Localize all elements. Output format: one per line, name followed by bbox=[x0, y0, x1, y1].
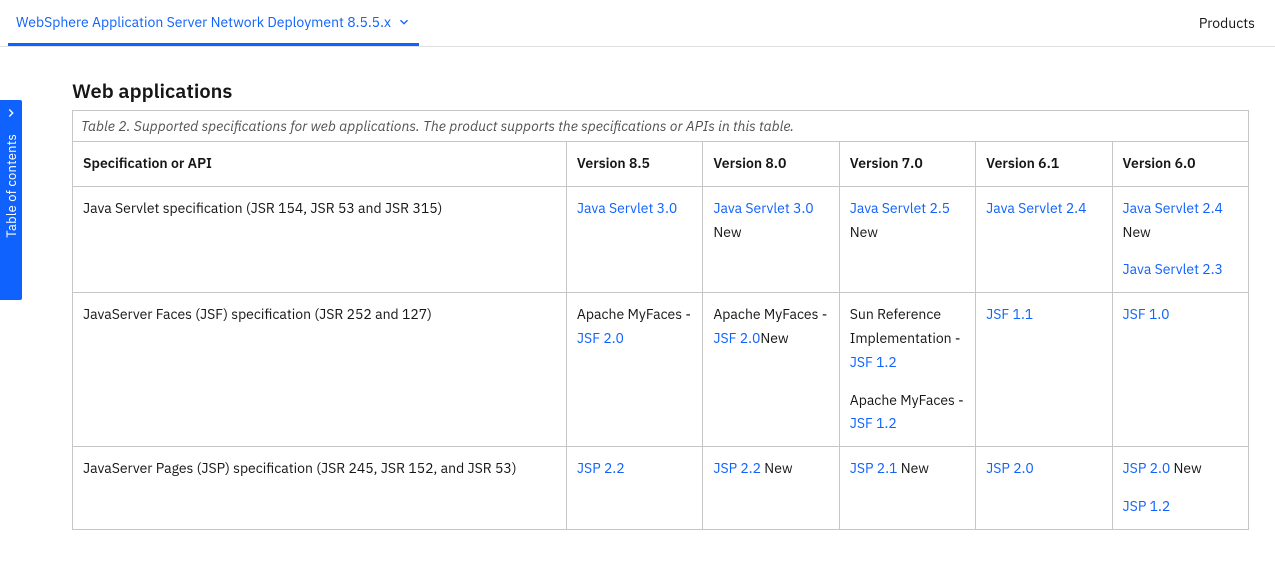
cell-block: JSP 2.1 New bbox=[850, 459, 929, 477]
spec-link[interactable]: Java Servlet 2.4 bbox=[1123, 199, 1223, 217]
cell-text: New bbox=[850, 223, 878, 241]
table-header-row: Specification or API Version 8.5 Version… bbox=[73, 142, 1249, 187]
table-row: Java Servlet specification (JSR 154, JSR… bbox=[73, 186, 1249, 292]
page-content: Web applications Table 2. Supported spec… bbox=[0, 47, 1275, 570]
cell-block: JSP 1.2 bbox=[1123, 495, 1238, 519]
cell-block: JSF 1.0 bbox=[1123, 305, 1170, 323]
chevron-right-icon bbox=[4, 106, 18, 124]
cell-block: JSP 2.0 bbox=[986, 459, 1034, 477]
toc-tab[interactable]: Table of contents bbox=[0, 100, 22, 300]
toc-label: Table of contents bbox=[3, 134, 20, 238]
cell-block: Java Servlet 3.0 New bbox=[713, 199, 813, 241]
products-link[interactable]: Products bbox=[1199, 14, 1255, 32]
col-header: Version 7.0 bbox=[839, 142, 975, 187]
spec-link[interactable]: JSP 2.0 bbox=[986, 459, 1034, 477]
table-cell: Java Servlet 2.5 New bbox=[839, 186, 975, 292]
section-title: Web applications bbox=[72, 77, 1249, 104]
cell-block: JSF 1.1 bbox=[986, 305, 1033, 323]
table-cell: JSF 1.0 bbox=[1112, 293, 1248, 447]
topbar: WebSphere Application Server Network Dep… bbox=[0, 0, 1275, 47]
cell-text: Apache MyFaces - bbox=[850, 391, 964, 409]
cell-text: New bbox=[1170, 459, 1202, 477]
cell-block: Apache MyFaces - JSF 2.0New bbox=[713, 305, 827, 347]
table-row: JavaServer Faces (JSF) specification (JS… bbox=[73, 293, 1249, 447]
cell-text: New bbox=[761, 459, 793, 477]
cell-text: Apache MyFaces - bbox=[713, 305, 827, 323]
cell-block: Apache MyFaces - JSF 1.2 bbox=[850, 389, 965, 437]
col-header: Version 6.1 bbox=[976, 142, 1112, 187]
table-cell: Apache MyFaces - JSF 2.0 bbox=[566, 293, 702, 447]
table-cell: Java Servlet 3.0 New bbox=[703, 186, 839, 292]
spec-link[interactable]: Java Servlet 2.5 bbox=[850, 199, 950, 217]
table-cell: Java Servlet 2.4 New Java Servlet 2.3 bbox=[1112, 186, 1248, 292]
spec-name-cell: JavaServer Pages (JSP) specification (JS… bbox=[73, 447, 567, 530]
cell-block: Java Servlet 2.5 New bbox=[850, 199, 950, 241]
version-selector[interactable]: WebSphere Application Server Network Dep… bbox=[8, 0, 419, 46]
table-cell: Java Servlet 2.4 bbox=[976, 186, 1112, 292]
spec-name-cell: JavaServer Faces (JSF) specification (JS… bbox=[73, 293, 567, 447]
table-caption: Table 2. Supported specifications for we… bbox=[72, 110, 1249, 141]
table-cell: JSP 2.2 bbox=[566, 447, 702, 530]
spec-link[interactable]: JSP 2.2 bbox=[713, 459, 761, 477]
cell-block: JSP 2.2 bbox=[577, 459, 625, 477]
cell-text: New bbox=[760, 329, 788, 347]
spec-link[interactable]: JSF 1.2 bbox=[850, 353, 897, 371]
spec-link[interactable]: JSP 2.0 bbox=[1123, 459, 1171, 477]
col-header: Version 8.0 bbox=[703, 142, 839, 187]
cell-block: Sun Reference Implementation - JSF 1.2 bbox=[850, 303, 965, 374]
cell-text: New bbox=[713, 223, 741, 241]
table-cell: JSP 2.0 New JSP 1.2 bbox=[1112, 447, 1248, 530]
cell-text: New bbox=[897, 459, 929, 477]
col-header: Version 6.0 bbox=[1112, 142, 1248, 187]
table-cell: JSP 2.1 New bbox=[839, 447, 975, 530]
spec-name-cell: Java Servlet specification (JSR 154, JSR… bbox=[73, 186, 567, 292]
cell-block: Java Servlet 2.4 New bbox=[1123, 197, 1238, 245]
spec-link[interactable]: JSF 2.0 bbox=[713, 329, 760, 347]
spec-link[interactable]: JSF 1.1 bbox=[986, 305, 1033, 323]
spec-link[interactable]: Java Servlet 2.4 bbox=[986, 199, 1086, 217]
spec-link[interactable]: JSF 1.0 bbox=[1123, 305, 1170, 323]
spec-link[interactable]: JSP 2.2 bbox=[577, 459, 625, 477]
products-label: Products bbox=[1199, 14, 1255, 32]
col-header: Version 8.5 bbox=[566, 142, 702, 187]
cell-block: JSP 2.0 New bbox=[1123, 457, 1238, 481]
cell-text: New bbox=[1123, 223, 1151, 241]
table-cell: Sun Reference Implementation - JSF 1.2Ap… bbox=[839, 293, 975, 447]
cell-block: JSP 2.2 New bbox=[713, 459, 792, 477]
spec-link[interactable]: JSP 1.2 bbox=[1123, 497, 1171, 515]
col-header: Specification or API bbox=[73, 142, 567, 187]
cell-block: Apache MyFaces - JSF 2.0 bbox=[577, 305, 691, 347]
cell-block: Java Servlet 3.0 bbox=[577, 199, 677, 217]
version-label: WebSphere Application Server Network Dep… bbox=[16, 13, 391, 31]
spec-link[interactable]: Java Servlet 3.0 bbox=[577, 199, 677, 217]
cell-block: Java Servlet 2.4 bbox=[986, 199, 1086, 217]
spec-link[interactable]: Java Servlet 2.3 bbox=[1123, 260, 1223, 278]
spec-link[interactable]: Java Servlet 3.0 bbox=[713, 199, 813, 217]
table-cell: Java Servlet 3.0 bbox=[566, 186, 702, 292]
table-row: JavaServer Pages (JSP) specification (JS… bbox=[73, 447, 1249, 530]
table-cell: Apache MyFaces - JSF 2.0New bbox=[703, 293, 839, 447]
table-cell: JSP 2.0 bbox=[976, 447, 1112, 530]
spec-link[interactable]: JSF 1.2 bbox=[850, 414, 897, 432]
cell-text: Apache MyFaces - bbox=[577, 305, 691, 323]
table-cell: JSF 1.1 bbox=[976, 293, 1112, 447]
spec-table: Table 2. Supported specifications for we… bbox=[72, 110, 1249, 530]
table-cell: JSP 2.2 New bbox=[703, 447, 839, 530]
spec-link[interactable]: JSP 2.1 bbox=[850, 459, 898, 477]
spec-link[interactable]: JSF 2.0 bbox=[577, 329, 624, 347]
chevron-down-icon bbox=[397, 15, 411, 29]
cell-block: Java Servlet 2.3 bbox=[1123, 258, 1238, 282]
cell-text: Sun Reference Implementation - bbox=[850, 305, 961, 347]
